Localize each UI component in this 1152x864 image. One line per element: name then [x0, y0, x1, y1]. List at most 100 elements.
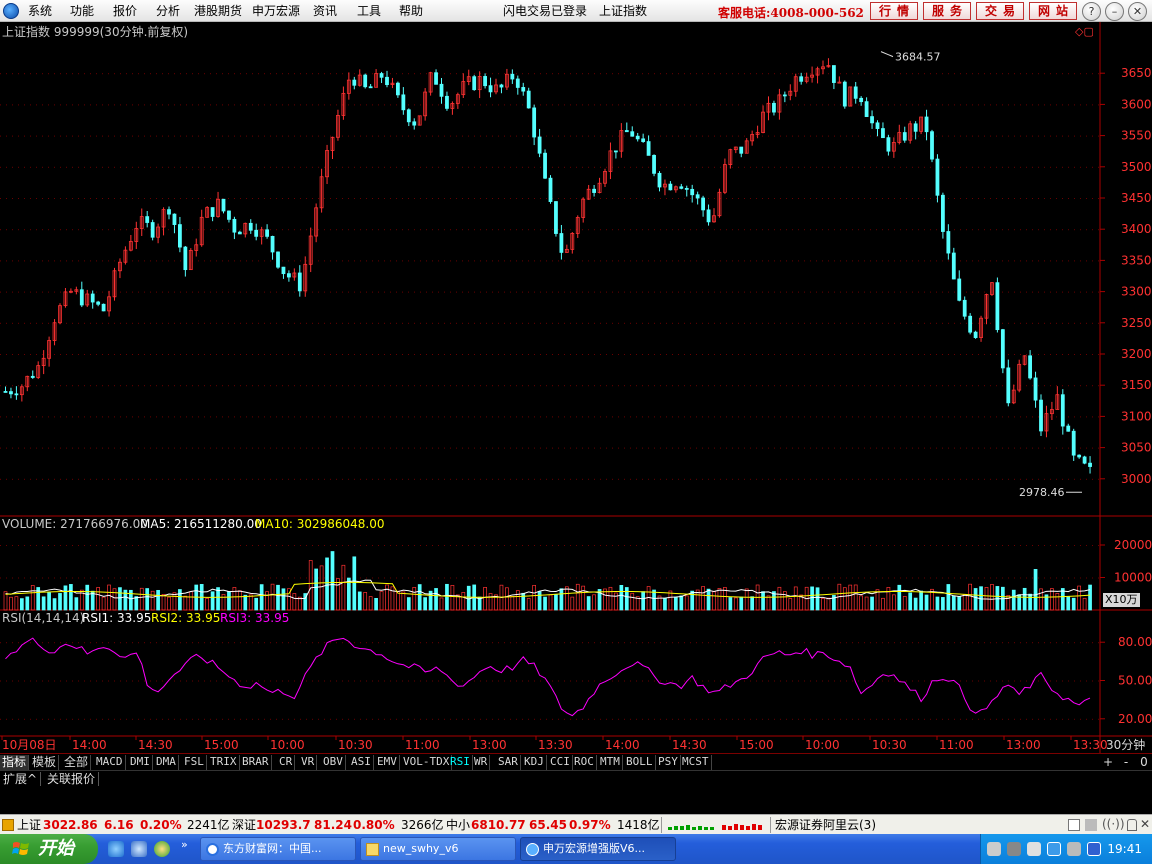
volume-bar: [886, 587, 891, 611]
indicator-tab-roc[interactable]: ROC: [572, 755, 597, 770]
browser-icon[interactable]: [131, 841, 147, 857]
lock-icon[interactable]: [1127, 819, 1137, 831]
period-label[interactable]: 30分钟: [1106, 738, 1145, 752]
indicator-tab-fsl[interactable]: FSL: [182, 755, 207, 770]
menu-help[interactable]: 帮助: [399, 3, 423, 19]
indicator-tab-mcst[interactable]: MCST: [680, 755, 712, 770]
candle-body: [548, 177, 553, 202]
keyboard-icon[interactable]: [987, 842, 1001, 856]
pane-remove-button[interactable]: -: [1119, 755, 1133, 769]
menu-tools[interactable]: 工具: [357, 3, 381, 19]
indicator-tab-psy[interactable]: PSY: [656, 755, 681, 770]
task-folder[interactable]: new_swhy_v6: [360, 837, 516, 861]
menu-system[interactable]: 系统: [28, 3, 52, 19]
indicator-tab-sar[interactable]: SAR: [496, 755, 521, 770]
alert-icon[interactable]: [2, 819, 14, 831]
security-icon[interactable]: [1047, 842, 1061, 856]
ie-icon[interactable]: [108, 841, 124, 857]
grid-dot: [222, 322, 223, 324]
indicator-tab-vol-tdx[interactable]: VOL-TDX: [401, 755, 453, 770]
tray-app-icon[interactable]: [1087, 842, 1101, 856]
task-eastmoney[interactable]: 东方财富网：中国...: [200, 837, 356, 861]
tab-related-quote[interactable]: 关联报价: [44, 772, 100, 786]
grid-dot: [678, 322, 679, 324]
volume-icon[interactable]: [1067, 842, 1081, 856]
grid-dot: [426, 260, 427, 262]
menu-quote[interactable]: 报价: [113, 3, 137, 19]
expand-quicklaunch-icon[interactable]: »: [181, 838, 188, 851]
task-shenwan-app[interactable]: 申万宏源增强版V6...: [520, 837, 676, 861]
grid-dot: [666, 680, 667, 682]
minimize-icon[interactable]: –: [1105, 2, 1124, 21]
window-icon[interactable]: [1068, 819, 1080, 831]
chart-area[interactable]: 3000 3050 3100 3150 3200 3250 3300 3350 3400 3450…: [0, 22, 1152, 756]
candle-body: [930, 131, 934, 160]
tab-extend[interactable]: 扩展^: [0, 772, 42, 786]
candle-body: [875, 122, 880, 129]
close-icon[interactable]: ✕: [1128, 2, 1147, 21]
grid-dot: [12, 545, 13, 546]
search-icon[interactable]: [1027, 842, 1041, 856]
menu-news[interactable]: 资讯: [313, 3, 337, 19]
indicator-tab-cci[interactable]: CCI: [548, 755, 573, 770]
grid-dot: [252, 642, 253, 644]
start-button[interactable]: 开始: [0, 834, 98, 864]
help-icon[interactable]: ?: [1082, 2, 1101, 21]
grid-dot: [660, 135, 661, 137]
indicator-tab-wr[interactable]: WR: [472, 755, 491, 770]
grid-dot: [792, 73, 793, 75]
x-tick-label: 14:00: [72, 738, 107, 752]
grid-dot: [690, 260, 691, 262]
indicator-tab-boll[interactable]: BOLL: [624, 755, 656, 770]
indicator-tab-kdj[interactable]: KDJ: [522, 755, 547, 770]
indicator-tab-brar[interactable]: BRAR: [240, 755, 272, 770]
grid-dot: [1014, 73, 1015, 75]
indicator-tab-dmi[interactable]: DMI: [128, 755, 153, 770]
tab-all[interactable]: 全部: [62, 755, 92, 770]
grid-dot: [432, 545, 433, 546]
grid-dot: [612, 385, 613, 387]
pane-zero-button[interactable]: 0: [1137, 755, 1151, 769]
grid-dot: [876, 166, 877, 168]
grid-dot: [900, 291, 901, 293]
grid-dot: [354, 260, 355, 262]
indicator-tab-macd[interactable]: MACD: [94, 755, 126, 770]
indicator-tab-rsi[interactable]: RSI: [448, 755, 473, 770]
menu-hk-futures[interactable]: 港股期货: [194, 3, 242, 19]
indicator-tab-emv[interactable]: EMV: [375, 755, 400, 770]
pane-add-button[interactable]: +: [1101, 755, 1115, 769]
indicator-tab-obv[interactable]: OBV: [321, 755, 346, 770]
menu-function[interactable]: 功能: [70, 3, 94, 19]
indicator-tab-mtm[interactable]: MTM: [598, 755, 623, 770]
chart-canvas[interactable]: 3000305031003150320032503300335034003450…: [0, 22, 1152, 753]
grid-dot: [30, 680, 31, 682]
tools-icon[interactable]: ✕: [1140, 817, 1150, 831]
grid-dot: [630, 198, 631, 199]
indicator-tab-vr[interactable]: VR: [299, 755, 318, 770]
candle-body: [701, 197, 705, 211]
grid-dot: [258, 478, 259, 480]
grid-dot: [192, 322, 193, 324]
grid-dot: [78, 642, 79, 644]
chart-switch-icon[interactable]: ◇▢: [1075, 25, 1094, 39]
chrome-icon[interactable]: [154, 841, 170, 857]
grid-dot: [102, 680, 103, 682]
grid-dot: [114, 166, 115, 168]
app-logo-icon[interactable]: [3, 3, 19, 19]
trade-button[interactable]: 交易: [976, 2, 1024, 20]
panel-icon[interactable]: [1085, 819, 1097, 831]
indicator-tab-cr[interactable]: CR: [277, 755, 296, 770]
indicator-tab-trix[interactable]: TRIX: [208, 755, 240, 770]
network-icon[interactable]: [1007, 842, 1021, 856]
menu-shenwan[interactable]: 申万宏源: [252, 3, 300, 19]
market-button[interactable]: 行情: [870, 2, 918, 20]
service-button[interactable]: 服务: [923, 2, 971, 20]
tab-indicator[interactable]: 指标: [0, 755, 30, 770]
tab-template[interactable]: 模板: [30, 755, 60, 770]
menu-analysis[interactable]: 分析: [156, 3, 180, 19]
volume-label: VOLUME: 271766976.00: [2, 517, 148, 531]
website-button[interactable]: 网站: [1029, 2, 1077, 20]
indicator-tab-dma[interactable]: DMA: [154, 755, 179, 770]
indicator-tab-asi[interactable]: ASI: [349, 755, 374, 770]
grid-dot: [948, 354, 949, 355]
